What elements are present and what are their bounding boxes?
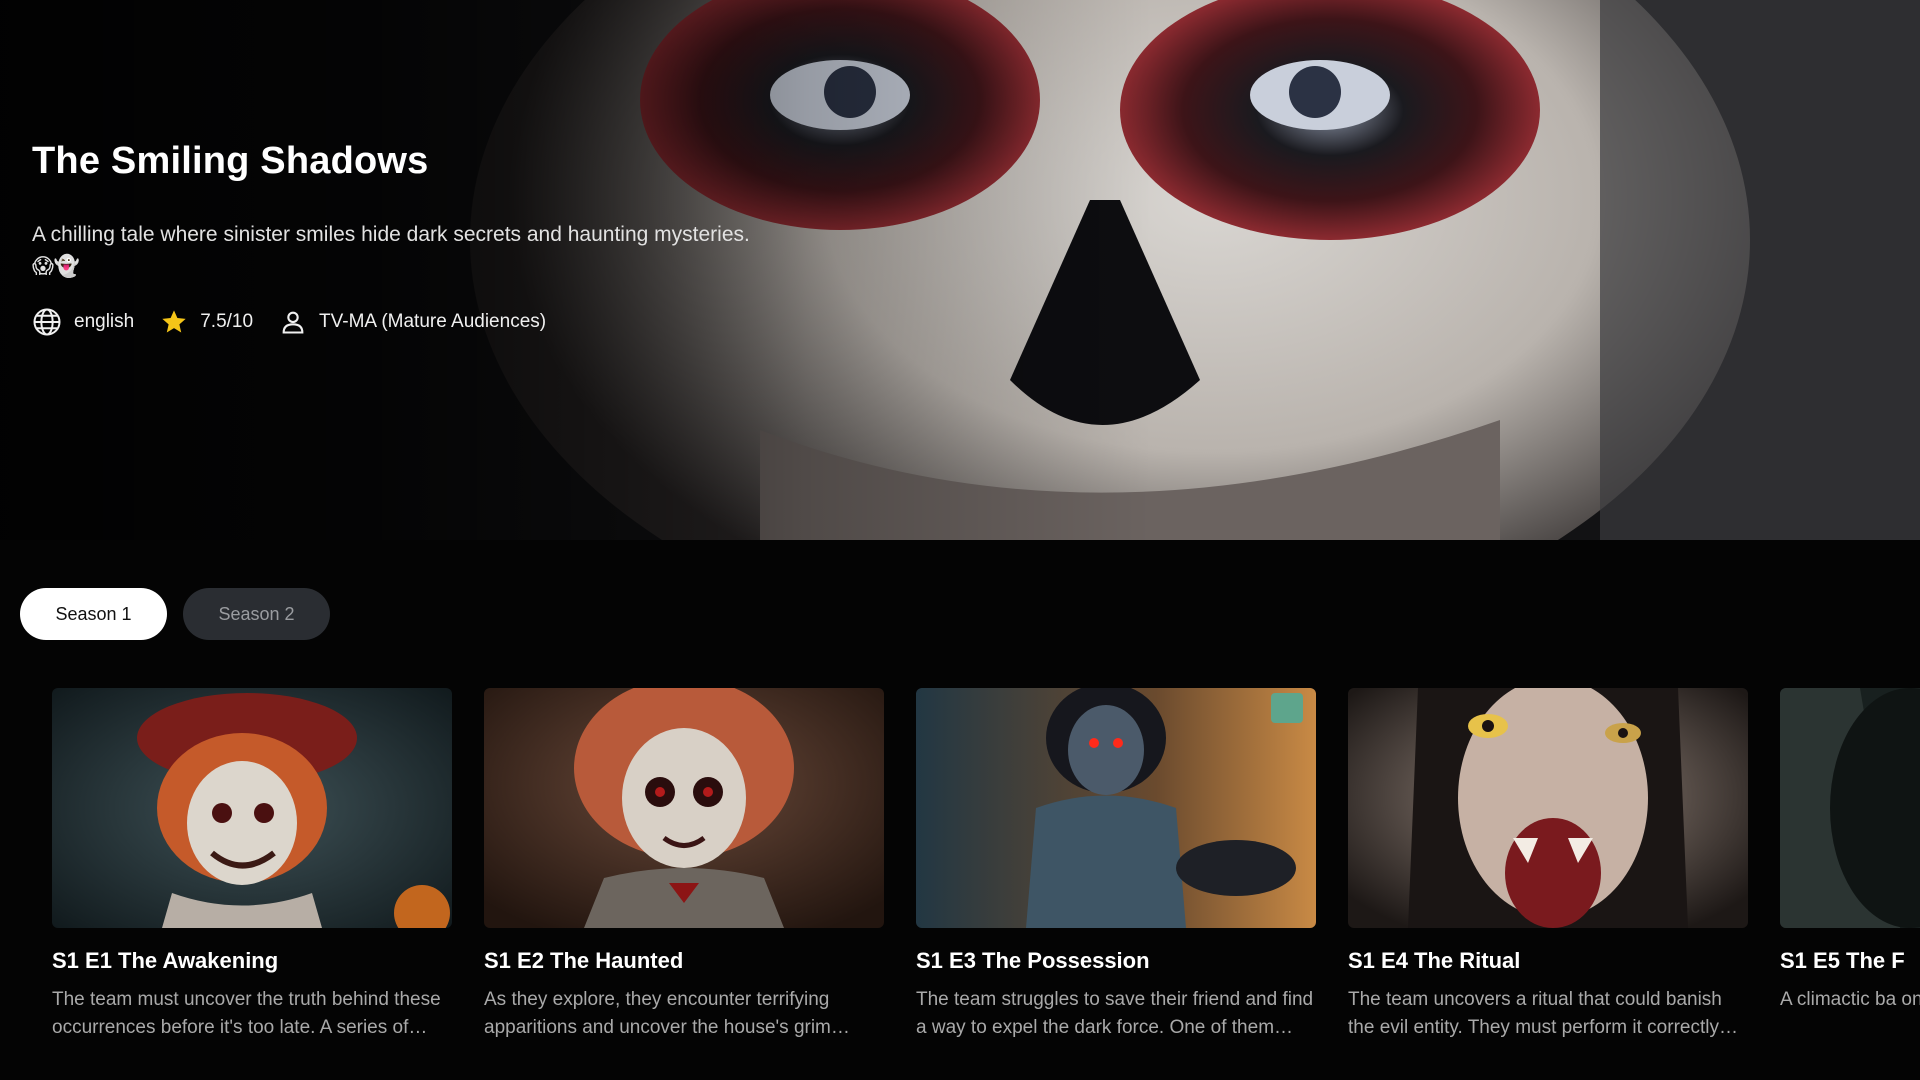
episode-title: S1 E1 The Awakening <box>52 948 279 973</box>
episode-card[interactable]: S1 E3 The Possession The team struggles … <box>916 688 1316 1068</box>
show-description: A chilling tale where sinister smiles hi… <box>32 223 750 278</box>
language-meta: english <box>32 307 134 337</box>
episode-description: The team uncovers a ritual that could ba… <box>1348 989 1722 1038</box>
language-label: english <box>74 311 135 332</box>
episode-card[interactable]: S1 E5 The F A climactic ba once and for <box>1780 688 1920 1068</box>
episode-thumbnail[interactable] <box>52 688 452 928</box>
age-rating-label: TV-MA (Mature Audiences) <box>319 311 547 332</box>
season-2-tab[interactable]: Season 2 <box>183 588 330 640</box>
episode-thumbnail[interactable] <box>916 688 1316 928</box>
episode-thumbnail[interactable] <box>484 688 884 928</box>
show-info: The Smiling Shadows A chilling tale wher… <box>32 140 792 337</box>
episode-description: The team struggles to save their friend … <box>916 989 1314 1038</box>
show-meta: english 7.5/10 TV-MA (Mature Audiences) <box>32 307 792 337</box>
show-title: The Smiling Shadows <box>32 140 429 182</box>
globe-icon <box>33 308 61 336</box>
episode-description: A climactic ba once and for <box>1780 989 1920 1010</box>
episode-title: S1 E4 The Ritual <box>1348 948 1521 973</box>
episode-card[interactable]: S1 E2 The Haunted As they explore, they … <box>484 688 884 1068</box>
episode-title: S1 E2 The Haunted <box>484 948 684 973</box>
episode-description: As they explore, they encounter terrifyi… <box>484 989 831 1038</box>
episode-card[interactable]: S1 E1 The Awakening The team must uncove… <box>52 688 452 1068</box>
episode-card[interactable]: S1 E4 The Ritual The team uncovers a rit… <box>1348 688 1748 1068</box>
season-tabs: Season 1 Season 2 <box>20 588 330 640</box>
season-1-tab[interactable]: Season 1 <box>20 588 167 640</box>
episode-description: The team must uncover the truth behind t… <box>52 989 441 1038</box>
person-icon <box>282 311 304 334</box>
episode-title: S1 E5 The F <box>1780 948 1905 973</box>
rating-meta: 7.5/10 <box>160 308 253 336</box>
age-rating-meta: TV-MA (Mature Audiences) <box>279 308 546 336</box>
episode-thumbnail[interactable] <box>1780 688 1920 928</box>
rating-label: 7.5/10 <box>200 311 254 332</box>
star-icon <box>162 310 186 333</box>
episode-list: S1 E1 The Awakening The team must uncove… <box>52 688 1920 1068</box>
episode-title: S1 E3 The Possession <box>916 948 1150 973</box>
hero-banner: The Smiling Shadows A chilling tale wher… <box>0 0 1920 540</box>
episode-thumbnail[interactable] <box>1348 688 1748 928</box>
